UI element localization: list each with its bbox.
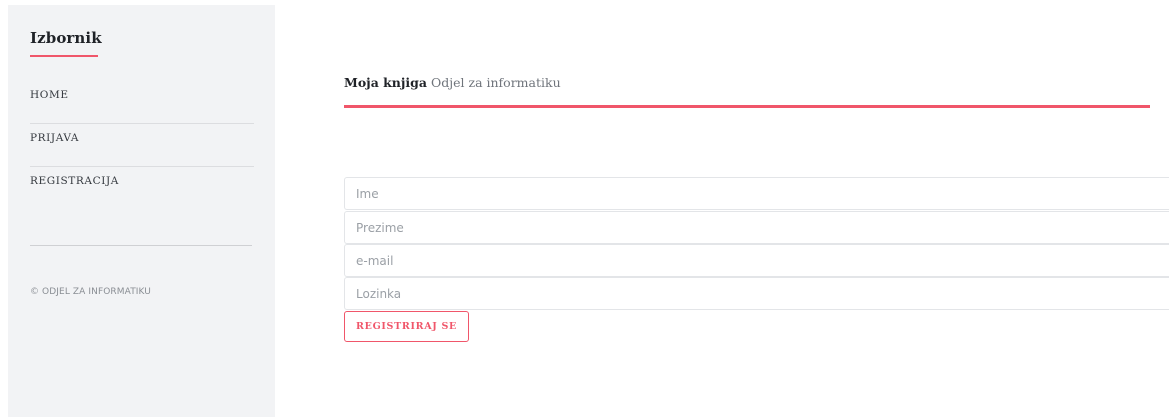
nav-divider (30, 166, 254, 167)
email-input[interactable] (344, 244, 1169, 277)
menu-title: Izbornik (30, 29, 102, 47)
password-input[interactable] (344, 277, 1169, 310)
register-button[interactable]: REGISTRIRAJ SE (344, 311, 469, 342)
menu-title-underline (30, 55, 98, 57)
nav-item-registracija[interactable]: REGISTRACIJA (30, 175, 254, 187)
header-underline (344, 105, 1150, 108)
page-header: Moja knjiga Odjel za informatiku (344, 75, 561, 90)
nav-divider (30, 123, 254, 124)
sidebar-divider (30, 245, 252, 246)
first-name-input[interactable] (344, 177, 1169, 210)
last-name-input[interactable] (344, 211, 1169, 244)
header-subtitle: Odjel za informatiku (431, 75, 561, 90)
nav-item-prijava[interactable]: PRIJAVA (30, 132, 254, 144)
brand-name: Moja knjiga (344, 75, 428, 90)
nav-item-home[interactable]: HOME (30, 89, 254, 101)
sidebar: Izbornik HOME PRIJAVA REGISTRACIJA © ODJ… (8, 5, 275, 417)
copyright-text: © ODJEL ZA INFORMATIKU (30, 287, 151, 297)
